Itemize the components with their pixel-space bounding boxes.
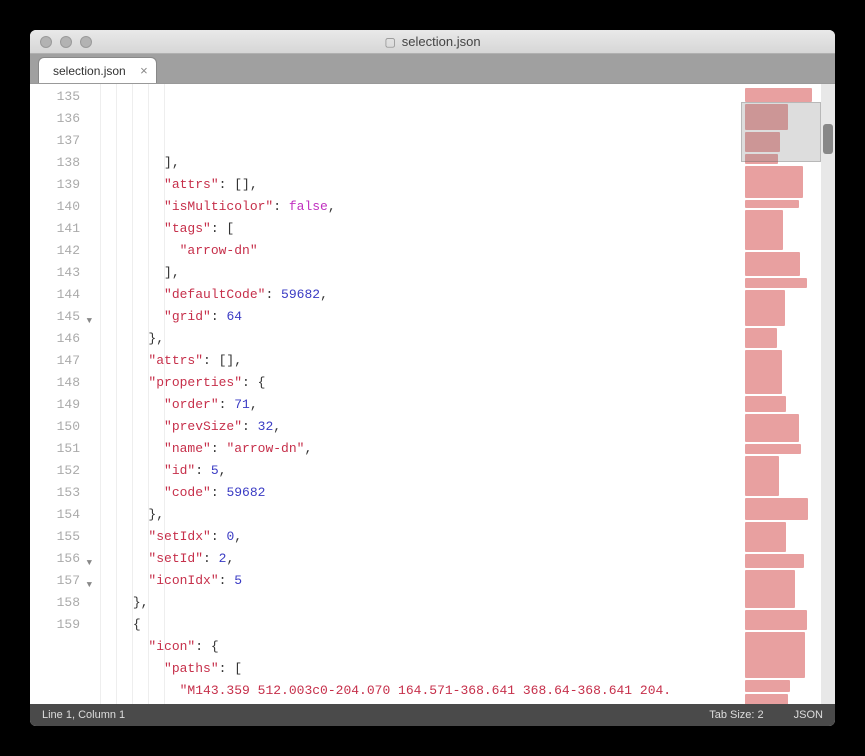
line-number: 136 <box>30 108 80 130</box>
code-line: "name": "arrow-dn", <box>86 438 741 460</box>
minimap-block <box>745 328 777 348</box>
code-line: "M143.359 512.003c0-204.070 164.571-368.… <box>86 680 741 702</box>
code-line: ], <box>86 152 741 174</box>
code-line: 068 0 368.64 164.57 368.64 368.641 0 204… <box>86 702 741 704</box>
code-line: "properties": { <box>86 372 741 394</box>
code-line: "defaultCode": 59682, <box>86 284 741 306</box>
code-line: "setId": 2, <box>86 548 741 570</box>
minimap-viewport[interactable] <box>741 102 821 162</box>
line-number: 144 <box>30 284 80 306</box>
minimize-window-button[interactable] <box>60 36 72 48</box>
line-number: 137 <box>30 130 80 152</box>
editor-window: ▢ selection.json selection.json × 135136… <box>30 30 835 726</box>
window-title: ▢ selection.json <box>384 34 480 49</box>
minimap-block <box>745 498 808 520</box>
line-number: 152 <box>30 460 80 482</box>
line-number: 138 <box>30 152 80 174</box>
status-syntax[interactable]: JSON <box>794 709 823 721</box>
minimap-block <box>745 680 790 692</box>
code-line: }, <box>86 328 741 350</box>
minimap-block <box>745 632 805 678</box>
tab-bar: selection.json × <box>30 54 835 84</box>
line-number: 139 <box>30 174 80 196</box>
code-line: "prevSize": 32, <box>86 416 741 438</box>
code-line: }, <box>86 592 741 614</box>
code-line: "arrow-dn" <box>86 240 741 262</box>
line-number: 151 <box>30 438 80 460</box>
line-number: 140 <box>30 196 80 218</box>
scrollbar-thumb[interactable] <box>823 124 833 154</box>
line-number: 159 <box>30 614 80 636</box>
line-number: 158 <box>30 592 80 614</box>
minimap-block <box>745 522 786 552</box>
minimap-block <box>745 278 807 288</box>
code-line: "isMulticolor": false, <box>86 196 741 218</box>
tab-label: selection.json <box>53 64 126 78</box>
code-line: "setIdx": 0, <box>86 526 741 548</box>
minimap-block <box>745 694 788 704</box>
file-tab[interactable]: selection.json × <box>38 57 157 83</box>
minimap-block <box>745 88 812 102</box>
traffic-lights <box>30 36 92 48</box>
line-number: 153 <box>30 482 80 504</box>
minimap-block <box>745 396 786 412</box>
minimap-block <box>745 554 804 568</box>
line-number: 157▼ <box>30 570 80 592</box>
vertical-scrollbar[interactable] <box>821 84 835 704</box>
minimap-block <box>745 290 785 326</box>
code-content[interactable]: ], "attrs": [], "isMulticolor": false, "… <box>86 84 741 704</box>
titlebar: ▢ selection.json <box>30 30 835 54</box>
status-tab-size[interactable]: Tab Size: 2 <box>709 709 763 721</box>
line-number: 154 <box>30 504 80 526</box>
minimap-block <box>745 414 799 442</box>
code-line: { <box>86 614 741 636</box>
minimap-block <box>745 350 782 394</box>
code-line: "attrs": [], <box>86 350 741 372</box>
line-number: 149 <box>30 394 80 416</box>
line-number: 148 <box>30 372 80 394</box>
close-window-button[interactable] <box>40 36 52 48</box>
status-bar: Line 1, Column 1 Tab Size: 2 JSON <box>30 704 835 726</box>
minimap-block <box>745 200 799 208</box>
code-line: "tags": [ <box>86 218 741 240</box>
line-number: 147 <box>30 350 80 372</box>
line-number: 141 <box>30 218 80 240</box>
minimap-block <box>745 252 800 276</box>
window-title-text: selection.json <box>402 34 481 49</box>
editor-area: 135136137138139140141142143144145▼146147… <box>30 84 835 704</box>
code-line: "order": 71, <box>86 394 741 416</box>
line-number-gutter[interactable]: 135136137138139140141142143144145▼146147… <box>30 84 86 704</box>
line-number: 142 <box>30 240 80 262</box>
code-line: "grid": 64 <box>86 306 741 328</box>
minimap-block <box>745 444 801 454</box>
code-line: "icon": { <box>86 636 741 658</box>
minimap-block <box>745 210 783 250</box>
minimap-block <box>745 456 779 496</box>
code-line: "paths": [ <box>86 658 741 680</box>
line-number: 143 <box>30 262 80 284</box>
code-line: ], <box>86 262 741 284</box>
code-line: "attrs": [], <box>86 174 741 196</box>
code-line: "id": 5, <box>86 460 741 482</box>
minimap-block <box>745 610 807 630</box>
document-icon: ▢ <box>384 35 395 49</box>
code-line: "code": 59682 <box>86 482 741 504</box>
close-tab-icon[interactable]: × <box>140 63 148 78</box>
minimap[interactable] <box>741 84 821 704</box>
status-cursor-position[interactable]: Line 1, Column 1 <box>42 709 679 721</box>
minimap-block <box>745 570 795 608</box>
line-number: 155 <box>30 526 80 548</box>
line-number: 150 <box>30 416 80 438</box>
line-number: 135 <box>30 86 80 108</box>
line-number: 156▼ <box>30 548 80 570</box>
zoom-window-button[interactable] <box>80 36 92 48</box>
code-line: "iconIdx": 5 <box>86 570 741 592</box>
code-line: }, <box>86 504 741 526</box>
line-number: 146 <box>30 328 80 350</box>
minimap-block <box>745 166 803 198</box>
line-number: 145▼ <box>30 306 80 328</box>
